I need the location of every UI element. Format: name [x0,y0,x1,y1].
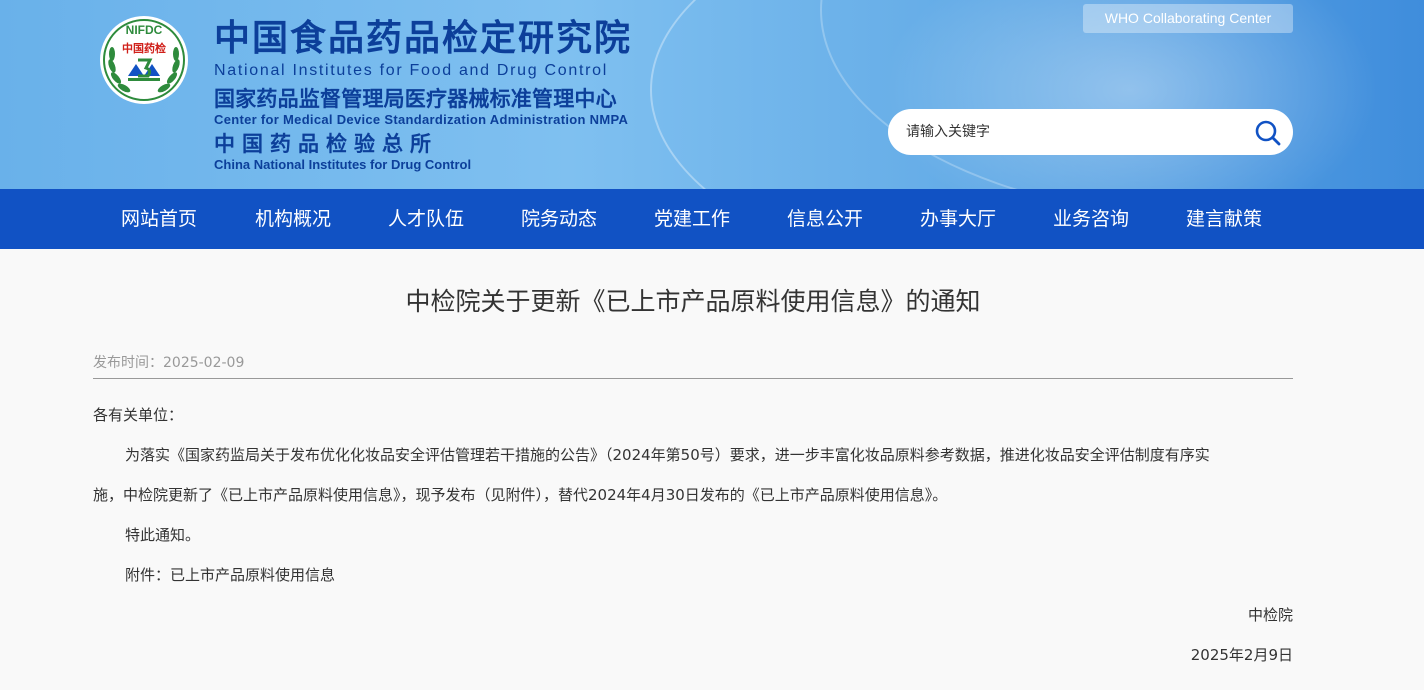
sub-title-en: Center for Medical Device Standardizatio… [214,112,629,127]
divider [93,378,1293,379]
search-box [888,109,1293,155]
nav-item-suggest[interactable]: 建言献策 [1186,189,1262,249]
main-nav: 网站首页 机构概况 人才队伍 院务动态 党建工作 信息公开 办事大厅 业务咨询 … [0,189,1424,249]
nifdc-logo[interactable]: NIFDC 中国药检 [98,14,190,106]
who-badge-link[interactable]: WHO Collaborating Center [1083,4,1293,33]
article-title: 中检院关于更新《已上市产品原料使用信息》的通知 [405,287,981,316]
sub-title-2: 中国药品检验总所 [214,132,438,156]
nav-item-news[interactable]: 院务动态 [521,189,597,249]
nav-item-home[interactable]: 网站首页 [121,189,197,249]
search-input[interactable] [906,109,1246,155]
site-title-en: National Institutes for Food and Drug Co… [214,62,608,79]
publish-date: 发布时间：2025-02-09 [93,355,245,371]
site-header: NIFDC 中国药检 中国食品药品检定研究院 National Institut… [0,0,1424,189]
article-closing: 特此通知。 [125,526,201,544]
sub-title-2-en: China National Institutes for Drug Contr… [214,157,472,172]
article-paragraph-line: 为落实《国家药监局关于发布优化化妆品安全评估管理若干措施的公告》（2024年第5… [125,446,1210,464]
signature: 中检院 [1247,606,1293,624]
nav-item-services[interactable]: 办事大厅 [920,189,996,249]
logo-text-top: NIFDC [126,23,163,37]
signature-date: 2025年2月9日 [1190,646,1293,664]
nav-item-consult[interactable]: 业务咨询 [1053,189,1129,249]
logo-text-inner: 中国药检 [122,41,166,55]
site-title: 中国食品药品检定研究院 [214,18,633,59]
nav-item-party[interactable]: 党建工作 [654,189,730,249]
sub-title: 国家药品监督管理局医疗器械标准管理中心 [214,87,617,111]
article-paragraph-line: 施，中检院更新了《已上市产品原料使用信息》，现予发布（见附件），替代2024年4… [93,486,948,504]
nav-item-talent[interactable]: 人才队伍 [388,189,464,249]
article-salutation: 各有关单位： [93,406,184,424]
search-icon[interactable] [1254,119,1282,147]
nav-item-disclosure[interactable]: 信息公开 [787,189,863,249]
nav-item-about[interactable]: 机构概况 [255,189,331,249]
attachment-link[interactable]: 附件：已上市产品原料使用信息 [125,565,335,585]
